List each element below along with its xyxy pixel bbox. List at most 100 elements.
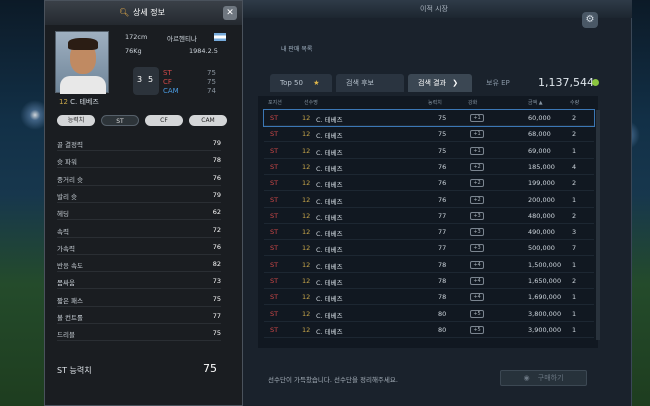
result-list: 포지션 선수명 능력치 강화 금액 ▲ 수량 ST 12 C. 테베즈 75 60,00… — [258, 96, 598, 348]
row-price: 60,000 — [528, 114, 551, 122]
col-header-position[interactable]: 포지션 — [268, 99, 282, 106]
player-name: C. 테베즈 — [70, 98, 99, 106]
team-badge-icon: 12 — [302, 211, 311, 220]
summary-label: ST 능력치 — [57, 366, 92, 375]
buy-button-label: 구매하기 — [537, 374, 564, 382]
attribute-name: 중거리 슛 — [57, 175, 83, 184]
ep-label: 보유 EP — [486, 79, 510, 87]
player-shirt — [60, 76, 106, 94]
row-position: ST — [270, 114, 279, 122]
attribute-name: 속력 — [57, 227, 69, 236]
detail-titlebar: 🔍︎ 상세 정보 ✕ — [45, 1, 242, 25]
row-player-name: C. 테베즈 — [316, 116, 343, 124]
tab-search-candidates-label: 검색 후보 — [346, 79, 374, 87]
row-player-name: C. 테베즈 — [316, 164, 343, 173]
row-ovr: 77 — [438, 244, 447, 253]
row-ovr: 75 — [438, 130, 447, 139]
tab-abilities[interactable]: 능력치 — [57, 115, 95, 126]
team-badge-icon: 12 — [302, 162, 311, 171]
table-row[interactable]: ST 12 C. 테베즈 80 3,800,000 1 +5 — [264, 306, 594, 322]
table-row[interactable]: ST 12 C. 테베즈 77 480,000 2 +3 — [264, 208, 594, 224]
table-row[interactable]: ST 12 C. 테베즈 76 200,000 1 +2 — [264, 192, 594, 208]
team-badge-icon: 12 — [302, 195, 311, 204]
upgrade-badge: +3 — [470, 211, 484, 220]
table-row[interactable]: ST 12 C. 테베즈 78 1,650,000 2 +4 — [264, 273, 594, 289]
table-row[interactable]: ST 12 C. 테베즈 75 68,000 2 +1 — [264, 126, 594, 143]
table-row[interactable]: ST 12 C. 테베즈 76 185,000 4 +2 — [264, 159, 594, 175]
chevron-right-icon: ❯ — [452, 79, 459, 87]
row-player-name: C. 테베즈 — [316, 246, 343, 255]
weak-foot-left: 3 — [137, 75, 143, 84]
pos-rating-cam: CAM 74 — [163, 87, 233, 96]
row-position: ST — [270, 325, 279, 334]
table-row[interactable]: ST 12 C. 테베즈 75 60,000 2 +1 — [263, 109, 595, 127]
table-row[interactable]: ST 12 C. 테베즈 75 69,000 1 +1 — [264, 143, 594, 159]
row-player-name: C. 테베즈 — [316, 327, 343, 336]
upgrade-badge: +5 — [470, 325, 484, 334]
team-badge-icon: 12 — [59, 98, 68, 106]
col-header-upgrade[interactable]: 강화 — [468, 99, 477, 106]
row-position: ST — [270, 260, 279, 269]
list-scrollbar[interactable] — [596, 110, 600, 340]
table-row[interactable]: ST 12 C. 테베즈 80 3,900,000 1 +5 — [264, 322, 594, 338]
col-header-name[interactable]: 선수명 — [304, 99, 318, 106]
pos-rating-cf-label: CF — [163, 78, 172, 86]
row-price: 185,000 — [528, 162, 555, 171]
settings-gear-icon[interactable]: ⚙ — [582, 12, 598, 28]
attribute-row: 드리블 75 — [57, 325, 221, 342]
attribute-value: 75 — [212, 294, 221, 303]
attribute-row: 슛 파워 78 — [57, 152, 221, 169]
row-ovr: 76 — [438, 179, 447, 188]
col-header-ovr[interactable]: 능력치 — [428, 99, 442, 106]
row-player-name: C. 테베즈 — [316, 230, 343, 239]
attribute-name: 볼 컨트롤 — [57, 314, 83, 322]
player-birth: 1984.2.5 — [189, 47, 218, 55]
pos-rating-cam-label: CAM — [163, 87, 179, 95]
table-row[interactable]: ST 12 C. 테베즈 77 490,000 3 +3 — [264, 224, 594, 241]
tab-abilities-label: 능력치 — [67, 117, 85, 124]
attribute-name: 발리 슛 — [57, 192, 78, 201]
row-ovr: 75 — [438, 114, 447, 122]
player-weight: 76Kg — [125, 47, 142, 55]
table-row[interactable]: ST 12 C. 테베즈 78 1,500,000 1 +4 — [264, 257, 594, 273]
row-price: 69,000 — [528, 146, 551, 155]
tab-cf[interactable]: CF — [145, 115, 183, 126]
attribute-value: 76 — [212, 242, 221, 251]
row-price: 200,000 — [528, 195, 555, 204]
row-price: 3,900,000 — [528, 325, 562, 334]
attribute-value: 79 — [212, 190, 221, 199]
close-button[interactable]: ✕ — [223, 6, 237, 20]
table-row[interactable]: ST 12 C. 테베즈 78 1,690,000 1 +4 — [264, 289, 594, 306]
row-position: ST — [270, 293, 279, 302]
tab-cam[interactable]: CAM — [189, 115, 227, 126]
pos-rating-cf-value: 75 — [207, 78, 216, 86]
row-qty: 1 — [572, 309, 577, 318]
attribute-row: 발리 슛 79 — [57, 187, 221, 203]
tab-st[interactable]: ST — [101, 115, 139, 126]
attribute-name: 반응 속도 — [57, 262, 83, 271]
buy-button[interactable]: ◉ 구매하기 — [500, 370, 587, 386]
attribute-row: 반응 속도 82 — [57, 256, 221, 273]
row-player-name: C. 테베즈 — [316, 311, 343, 320]
argentina-flag-icon — [214, 33, 226, 41]
row-qty: 4 — [572, 162, 577, 171]
row-ovr: 80 — [438, 309, 447, 318]
attribute-row: 볼 컨트롤 77 — [57, 308, 221, 324]
team-badge-icon: 12 — [302, 309, 311, 318]
tab-search-candidates[interactable]: 검색 후보 — [336, 74, 404, 92]
my-sell-list-link[interactable]: 내 판매 목록 — [281, 44, 312, 53]
row-qty: 3 — [572, 228, 577, 237]
col-header-price[interactable]: 금액 ▲ — [528, 99, 543, 106]
row-qty: 2 — [572, 277, 577, 285]
table-row[interactable]: ST 12 C. 테베즈 77 500,000 7 +3 — [264, 240, 594, 257]
upgrade-badge: +4 — [470, 260, 484, 269]
tab-top50[interactable]: Top 50 ★ — [270, 74, 332, 92]
row-ovr: 77 — [438, 228, 447, 237]
attribute-name: 골 결정력 — [57, 141, 83, 149]
team-badge-icon: 12 — [302, 260, 311, 269]
tab-search-results[interactable]: 검색 결과 ❯ — [408, 74, 472, 92]
table-row[interactable]: ST 12 C. 테베즈 76 199,000 2 +2 — [264, 175, 594, 192]
row-ovr: 77 — [438, 211, 447, 220]
col-header-qty[interactable]: 수량 — [570, 99, 579, 106]
pos-rating-st: ST 75 — [163, 69, 233, 78]
